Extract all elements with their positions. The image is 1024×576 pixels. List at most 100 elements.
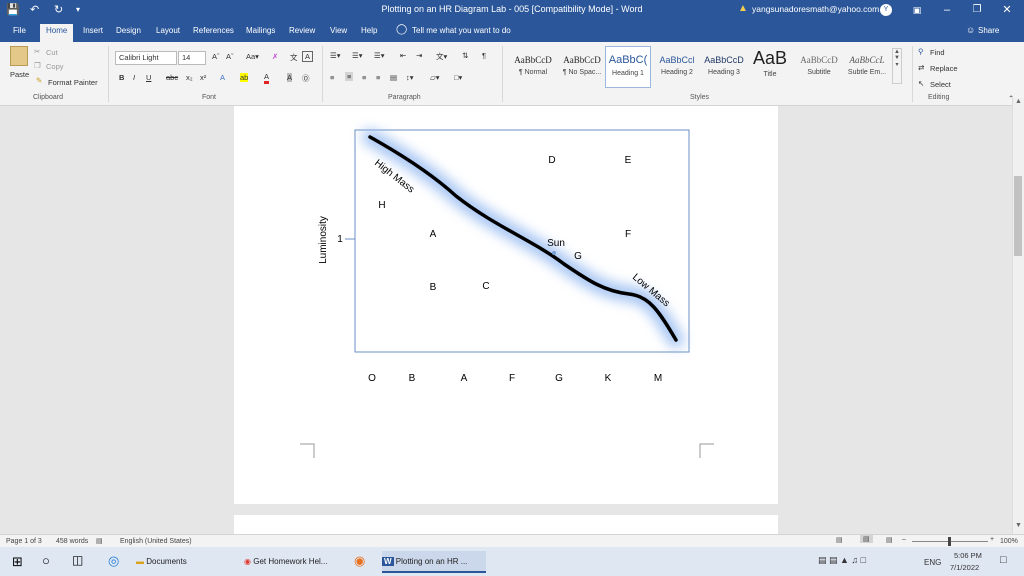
change-case-icon[interactable]: Aa▾ — [246, 52, 259, 61]
taskbar-item-word[interactable]: W Plotting on an HR ... — [382, 551, 486, 573]
highlight-icon[interactable]: ab — [240, 73, 249, 82]
distributed-icon[interactable]: ▤ — [390, 73, 397, 82]
language-tray[interactable]: ENG — [924, 558, 941, 567]
ribbon-display-icon[interactable]: ▣ — [902, 2, 932, 18]
bold-icon[interactable]: B — [119, 73, 124, 82]
notifications-icon[interactable]: □ — [1000, 554, 1007, 566]
clock-time[interactable]: 5:06 PM — [954, 551, 982, 560]
vertical-scrollbar[interactable]: ▲ ▼ — [1012, 98, 1024, 534]
paste-button[interactable]: Paste — [10, 70, 29, 79]
increase-indent-icon[interactable]: ⇥ — [416, 51, 422, 60]
style-heading-3[interactable]: AaBbCcD Heading 3 — [702, 46, 746, 88]
font-color-icon[interactable]: A — [264, 72, 270, 84]
tab-insert[interactable]: Insert — [83, 26, 103, 35]
page-count[interactable]: Page 1 of 3 — [6, 538, 42, 545]
cut-button[interactable]: Cut — [46, 48, 58, 57]
taskbar-item-documents[interactable]: ▬ Documents — [136, 551, 236, 573]
web-layout-icon[interactable]: ▤ — [886, 536, 893, 544]
scroll-down-icon[interactable]: ▼ — [1015, 522, 1022, 529]
tab-help[interactable]: Help — [361, 26, 377, 35]
grow-font-icon[interactable]: Aˆ — [212, 52, 220, 61]
find-button[interactable]: Find — [930, 48, 945, 57]
tab-references[interactable]: References — [193, 26, 234, 35]
style-title[interactable]: AaB Title — [748, 46, 792, 88]
underline-icon[interactable]: U — [146, 73, 151, 82]
language-indicator[interactable]: English (United States) — [120, 538, 192, 545]
paste-icon[interactable] — [10, 46, 28, 66]
tab-file[interactable]: File — [13, 26, 26, 35]
italic-icon[interactable]: I — [133, 73, 135, 82]
line-spacing-icon[interactable]: ↕▾ — [406, 73, 414, 82]
edge-icon[interactable]: ◎ — [108, 553, 119, 569]
style-no-spacing[interactable]: AaBbCcD ¶ No Spac... — [557, 46, 607, 88]
borders-icon[interactable]: □▾ — [454, 73, 462, 82]
zoom-level[interactable]: 100% — [1000, 538, 1018, 545]
style-subtle-emphasis[interactable]: AaBbCcL Subtle Em... — [844, 46, 890, 88]
document-page-2[interactable] — [234, 515, 778, 534]
decrease-indent-icon[interactable]: ⇤ — [400, 51, 406, 60]
style-heading-1[interactable]: AaBbC(Heading 1 — [605, 46, 651, 88]
select-button[interactable]: Select — [930, 80, 951, 89]
read-mode-icon[interactable]: ▤ — [836, 536, 843, 544]
minimize-icon[interactable]: – — [932, 2, 962, 18]
multilevel-list-icon[interactable]: ☰▾ — [374, 51, 385, 60]
zoom-out-icon[interactable]: – — [902, 536, 906, 543]
tab-design[interactable]: Design — [116, 26, 141, 35]
clear-formatting-icon[interactable]: ✗ — [272, 52, 278, 61]
text-effects-icon[interactable]: A — [220, 73, 225, 82]
close-icon[interactable]: ✕ — [992, 2, 1022, 18]
phonetic-guide-icon[interactable]: 文 — [290, 52, 298, 63]
proofing-icon[interactable]: ▤ — [96, 537, 103, 545]
word-count[interactable]: 458 words — [56, 538, 88, 545]
tray-icons[interactable]: ▤ ▤ ▲ ♫ □ — [818, 555, 866, 566]
start-windows-icon[interactable]: ⊞ — [12, 554, 23, 570]
scroll-up-icon[interactable]: ▲ — [1015, 98, 1022, 105]
restore-icon[interactable]: ❐ — [962, 2, 992, 18]
avatar[interactable]: Y — [880, 4, 892, 16]
shading-icon[interactable]: ▱▾ — [430, 73, 440, 82]
zoom-slider-handle[interactable] — [948, 537, 951, 546]
align-left-icon[interactable]: ≡ — [330, 73, 334, 82]
clock-date[interactable]: 7/1/2022 — [950, 563, 979, 572]
strikethrough-icon[interactable]: abc — [166, 73, 178, 82]
align-center-icon[interactable]: ≡ — [345, 72, 354, 81]
style-normal[interactable]: AaBbCcD ¶ Normal — [508, 46, 558, 88]
font-size-select[interactable]: 14 — [178, 51, 206, 65]
superscript-icon[interactable]: x² — [200, 73, 206, 82]
style-heading-2[interactable]: AaBbCcl Heading 2 — [653, 46, 701, 88]
tab-review[interactable]: Review — [289, 26, 315, 35]
firefox-icon[interactable]: ◉ — [354, 553, 365, 569]
search-icon[interactable]: ○ — [42, 553, 50, 568]
character-border-icon[interactable]: A — [302, 51, 314, 62]
print-layout-icon[interactable]: ▤ — [860, 535, 873, 543]
tab-layout[interactable]: Layout — [156, 26, 180, 35]
tab-home[interactable]: Home — [40, 24, 74, 42]
bullets-icon[interactable]: ☰▾ — [330, 51, 341, 60]
document-page[interactable]: High Mass Low Mass D E H A F Sun G B C L… — [234, 106, 778, 504]
shrink-font-icon[interactable]: Aˇ — [226, 52, 234, 61]
format-painter-button[interactable]: Format Painter — [48, 78, 98, 87]
numbering-icon[interactable]: ☰▾ — [352, 51, 363, 60]
enclose-characters-icon[interactable]: Ⓞ — [302, 73, 310, 84]
tab-view[interactable]: View — [330, 26, 347, 35]
task-view-icon[interactable]: ◫ — [72, 553, 83, 567]
scrollbar-thumb[interactable] — [1014, 176, 1022, 256]
tab-mailings[interactable]: Mailings — [246, 26, 275, 35]
align-right-icon[interactable]: ≡ — [362, 73, 366, 82]
font-name-select[interactable]: Calibri Light — [115, 51, 177, 65]
account-email[interactable]: yangsunadoresmath@yahoo.com — [752, 4, 879, 14]
taskbar-item-chrome[interactable]: ◉ Get Homework Hel... — [244, 551, 348, 573]
subscript-icon[interactable]: x₂ — [186, 73, 193, 82]
zoom-in-icon[interactable]: + — [990, 536, 994, 543]
replace-button[interactable]: Replace — [930, 64, 958, 73]
tell-me-search[interactable]: Tell me what you want to do — [412, 26, 511, 35]
copy-button[interactable]: Copy — [46, 62, 64, 71]
justify-icon[interactable]: ≡ — [376, 73, 380, 82]
styles-scroll-icon[interactable]: ▲ ▼ ▾ — [892, 48, 902, 84]
style-subtitle[interactable]: AaBbCcD Subtitle — [796, 46, 842, 88]
share-button[interactable]: Share — [978, 26, 999, 35]
asian-layout-icon[interactable]: 文▾ — [436, 51, 447, 62]
sort-icon[interactable]: ⇅ — [462, 51, 468, 60]
character-shading-icon[interactable]: A — [287, 73, 293, 82]
show-marks-icon[interactable]: ¶ — [482, 51, 486, 60]
